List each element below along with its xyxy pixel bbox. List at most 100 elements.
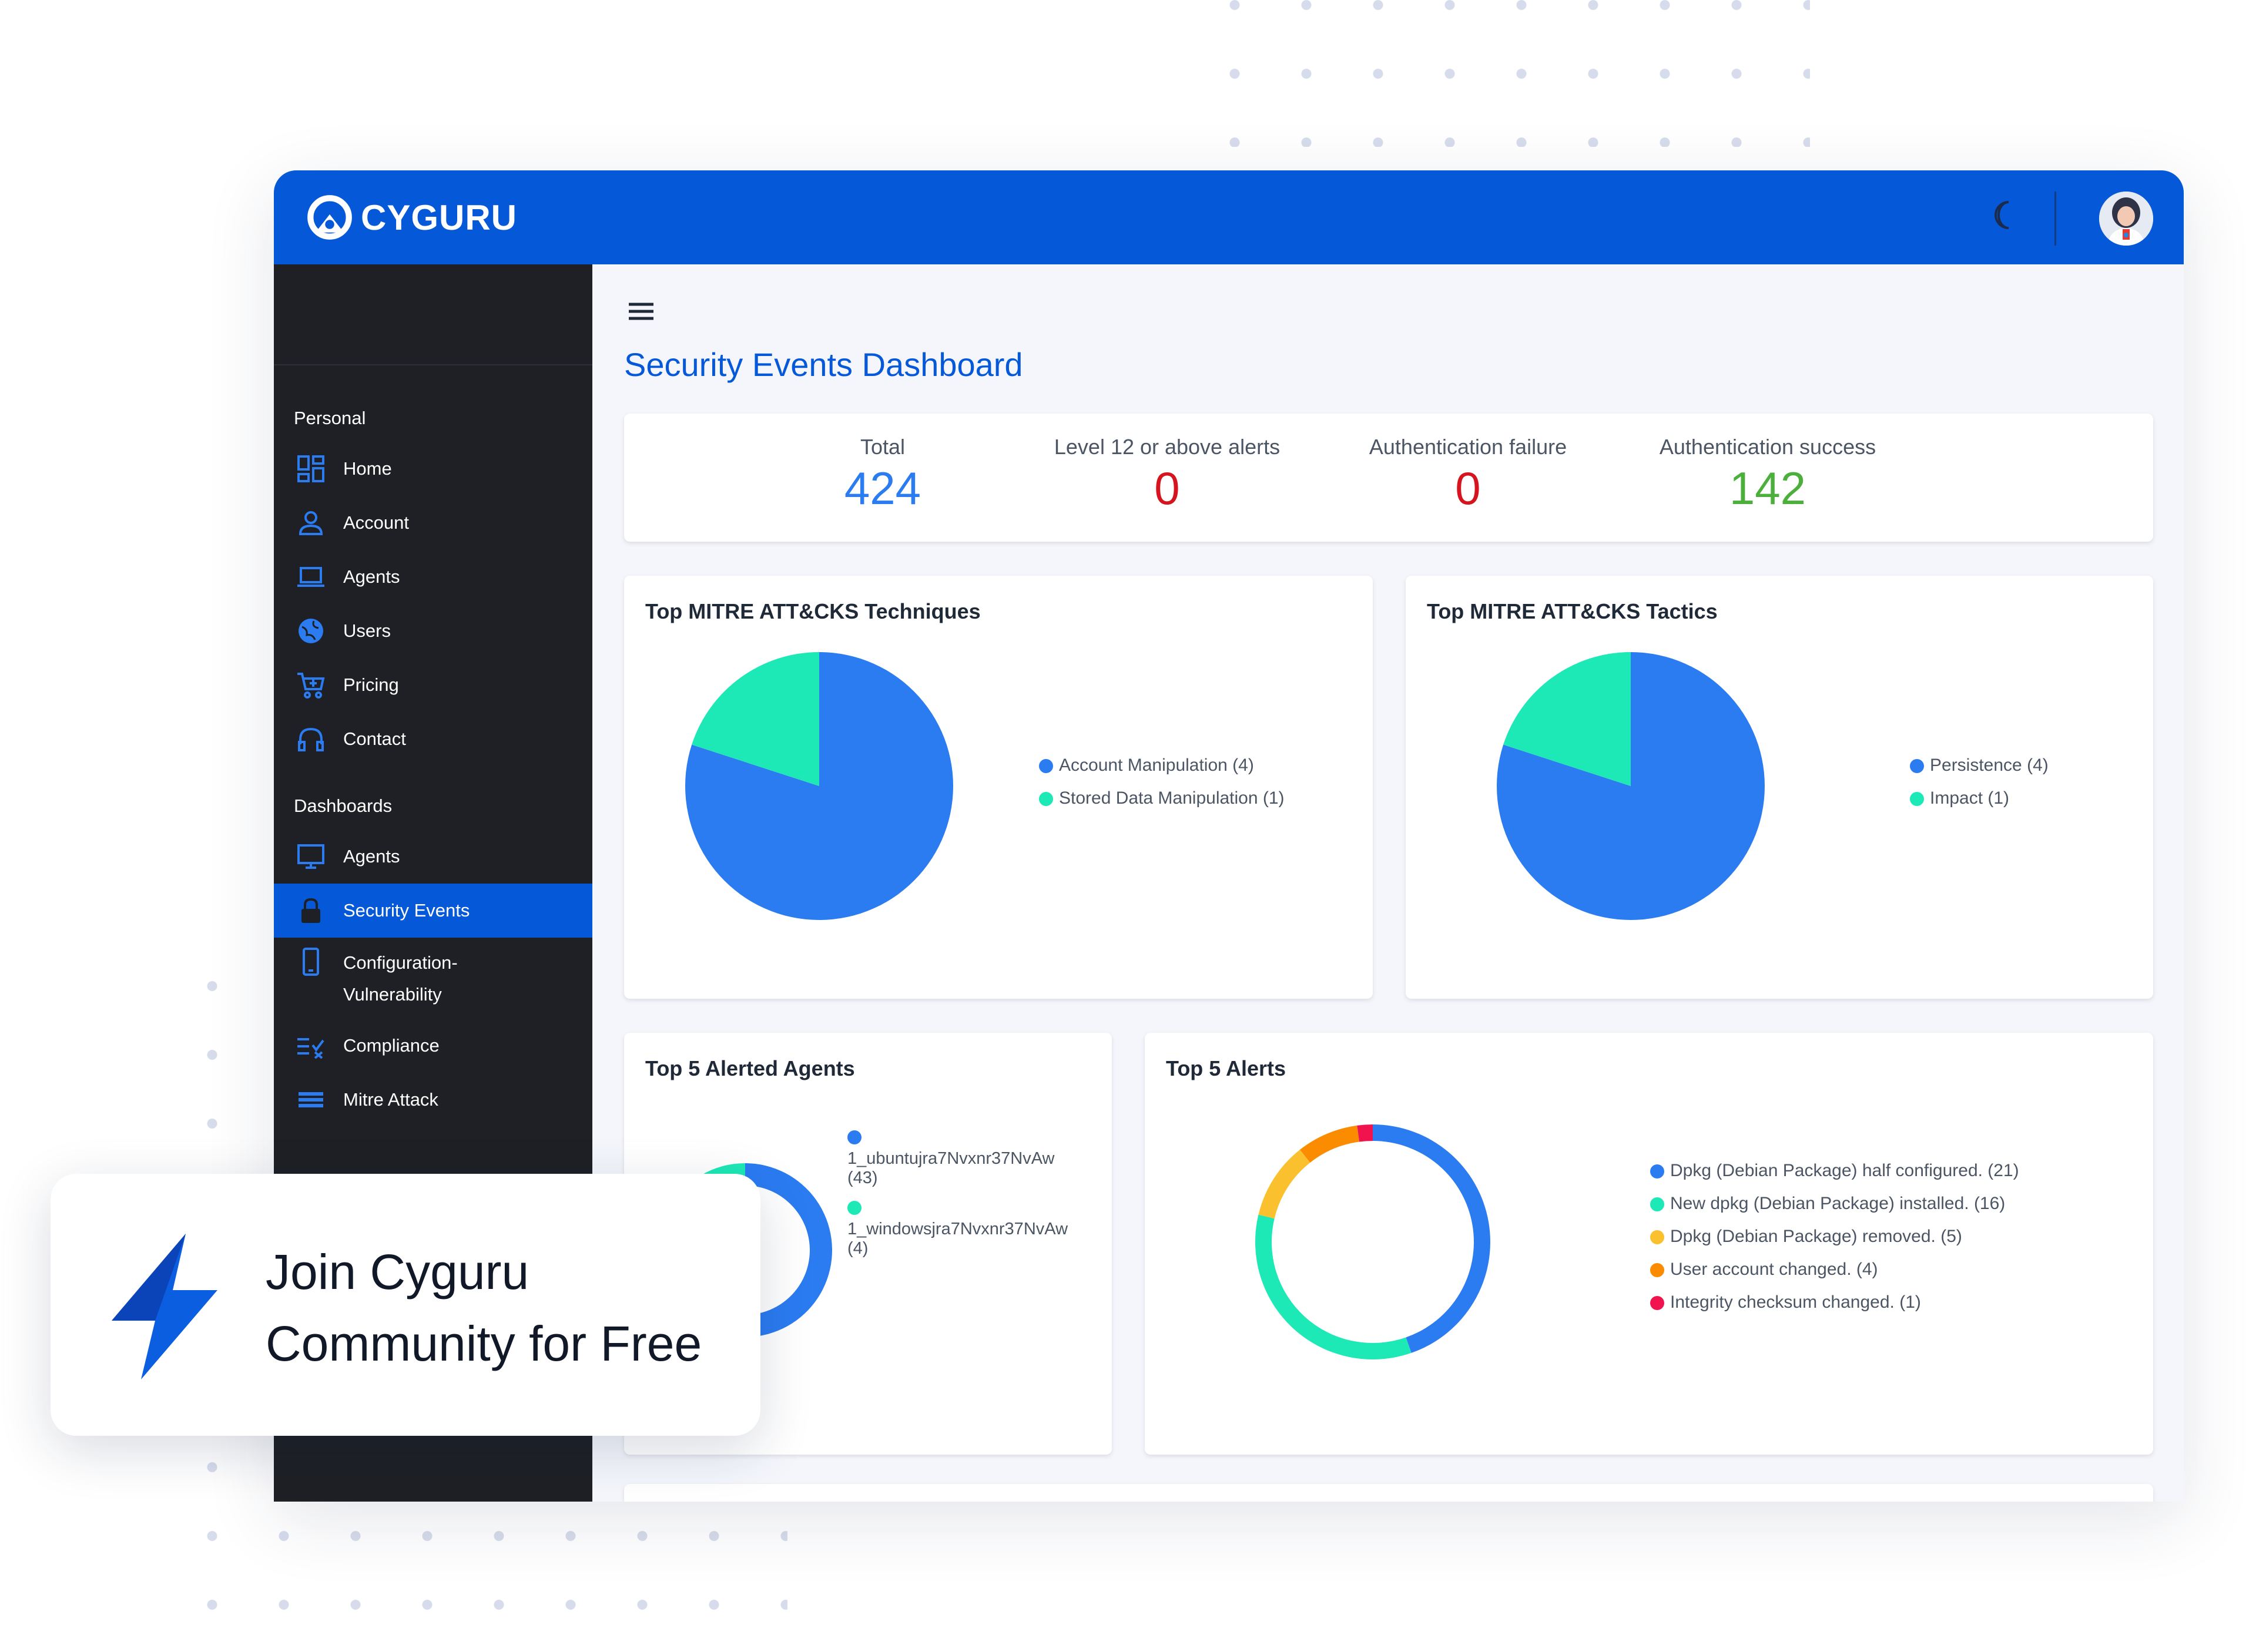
laptop-icon (297, 567, 324, 587)
sidebar-item-agents[interactable]: Agents (274, 550, 592, 604)
chart-legend: Account Manipulation (4) Stored Data Man… (1039, 756, 1285, 821)
checklist-icon (297, 1038, 324, 1059)
legend-swatch (1650, 1230, 1664, 1244)
legend-swatch (1039, 759, 1053, 773)
toolbar-divider (2054, 192, 2056, 246)
chart-legend: 1_ubuntujra7Nvxnr37NvAw (43) 1_windowsjr… (847, 1127, 1100, 1258)
stat-value: 0 (1455, 462, 1481, 514)
legend-swatch (847, 1130, 862, 1144)
chart-legend: Dpkg (Debian Package) half configured. (… (1650, 1161, 2019, 1325)
user-avatar-icon (2099, 192, 2153, 246)
legend-item[interactable]: Impact (1) (1910, 788, 2049, 808)
stat-auth-success: Authentication success 142 (1627, 435, 1909, 515)
legend-item[interactable]: Dpkg (Debian Package) half configured. (… (1650, 1161, 2019, 1181)
sidebar-item-contact[interactable]: Contact (274, 712, 592, 766)
sidebar-item-label: Contact (343, 728, 406, 749)
legend-swatch (1910, 792, 1924, 806)
sidebar-item-account[interactable]: Account (274, 496, 592, 550)
cyguru-logo-icon (307, 195, 352, 240)
stat-auth-failure: Authentication failure 0 (1339, 435, 1597, 515)
logo[interactable]: CYGURU (304, 194, 517, 241)
cart-icon (297, 673, 325, 699)
legend-item[interactable]: Account Manipulation (4) (1039, 756, 1285, 775)
lock-icon (301, 898, 320, 923)
sidebar-item-label: Mitre Attack (343, 1089, 438, 1110)
sidebar-item-users[interactable]: Users (274, 604, 592, 658)
sidebar-item-security-events[interactable]: Security Events (274, 884, 592, 938)
legend-label: 1_windowsjra7Nvxnr37NvAw (847, 1220, 1068, 1238)
user-icon (299, 511, 323, 535)
stat-total: Total 424 (836, 435, 930, 515)
stack-icon (299, 1092, 323, 1107)
stat-value: 142 (1729, 462, 1806, 514)
stat-label: Total (860, 435, 906, 459)
lightning-bolt-icon (112, 1234, 217, 1379)
stat-label: Authentication failure (1369, 435, 1567, 459)
legend-swatch (1650, 1197, 1664, 1211)
legend-label: Account Manipulation (4) (1059, 756, 1254, 775)
sidebar-item-label: Account (343, 512, 410, 533)
legend-item[interactable]: Stored Data Manipulation (1) (1039, 788, 1285, 808)
sidebar-item-pricing[interactable]: Pricing (274, 658, 592, 712)
stats-card: Total 424 Level 12 or above alerts 0 Aut… (624, 414, 2153, 542)
sidebar-item-label: Users (343, 620, 391, 641)
legend-swatch (1650, 1263, 1664, 1277)
legend-label: Dpkg (Debian Package) half configured. (… (1670, 1161, 2019, 1180)
join-line-1: Join Cyguru (266, 1244, 529, 1300)
sidebar-item-home[interactable]: Home (274, 442, 592, 496)
globe-icon (299, 619, 323, 643)
legend-item[interactable]: Dpkg (Debian Package) removed. (5) (1650, 1227, 2019, 1247)
legend-item[interactable]: 1_windowsjra7Nvxnr37NvAw (4) (847, 1201, 1100, 1258)
legend-label: Integrity checksum changed. (1) (1670, 1292, 1921, 1312)
pie-slice[interactable] (1357, 1124, 1373, 1142)
join-message: Join Cyguru Community for Free (266, 1236, 702, 1379)
brand-name: CYGURU (361, 197, 518, 237)
pie-slice[interactable] (1373, 1124, 1490, 1353)
legend-swatch (847, 1201, 862, 1215)
moon-icon[interactable] (1986, 197, 2022, 233)
dashboard-grid-icon (297, 455, 324, 482)
monitor-icon (297, 844, 324, 869)
legend-item[interactable]: Persistence (4) (1910, 756, 2049, 775)
legend-count: (43) (847, 1169, 878, 1187)
sidebar-item-compliance[interactable]: Compliance (274, 1019, 592, 1073)
page-title: Security Events Dashboard (624, 346, 1023, 383)
pie-slice[interactable] (1255, 1214, 1412, 1359)
top-bar: CYGURU (274, 170, 2184, 264)
chart-card-tactics: Top MITRE ATT&CKS Tactics Persistence (4… (1406, 576, 2153, 999)
sidebar-item-label: Compliance (343, 1035, 440, 1056)
pie-slice[interactable] (1300, 1125, 1360, 1163)
avatar[interactable] (2099, 192, 2153, 246)
sidebar-item-dashboard-agents[interactable]: Agents (274, 830, 592, 884)
sidebar-item-mitre-attack[interactable]: Mitre Attack (274, 1073, 592, 1127)
legend-swatch (1910, 759, 1924, 773)
legend-item[interactable]: Integrity checksum changed. (1) (1650, 1292, 2019, 1312)
stat-label: Authentication success (1659, 435, 1876, 459)
pie-slice[interactable] (1258, 1150, 1310, 1219)
legend-swatch (1650, 1164, 1664, 1178)
phone-icon (303, 948, 319, 976)
sidebar-item-configuration-vulnerability[interactable]: Configuration- Vulnerability (274, 938, 592, 1008)
sidebar-item-label: Home (343, 458, 392, 479)
headphones-icon (298, 727, 324, 751)
hamburger-icon[interactable] (628, 300, 655, 323)
sidebar-section-dashboards: Dashboards (294, 795, 393, 816)
sidebar-section-personal: Personal (294, 408, 366, 428)
sidebar-item-label: Configuration- Vulnerability (343, 952, 458, 1005)
legend-item[interactable]: New dpkg (Debian Package) installed. (16… (1650, 1194, 2019, 1214)
divider (274, 364, 592, 365)
stat-level12-alerts: Level 12 or above alerts 0 (1038, 435, 1296, 515)
legend-item[interactable]: 1_ubuntujra7Nvxnr37NvAw (43) (847, 1130, 1100, 1188)
chart-card-top-alerts: Top 5 Alerts Dpkg (Debian Package) half … (1145, 1033, 2153, 1455)
legend-item[interactable]: User account changed. (4) (1650, 1260, 2019, 1280)
chart-card-techniques: Top MITRE ATT&CKS Techniques Account Man… (624, 576, 1373, 999)
stat-value: 0 (1154, 462, 1180, 514)
legend-count: (4) (847, 1239, 869, 1258)
sidebar-item-label: Security Events (343, 900, 470, 921)
sidebar-item-label: Pricing (343, 674, 399, 695)
legend-label: 1_ubuntujra7Nvxnr37NvAw (847, 1149, 1055, 1168)
sidebar-item-label: Agents (343, 566, 400, 587)
legend-label: Persistence (4) (1930, 756, 2049, 775)
join-community-card[interactable]: Join Cyguru Community for Free (51, 1174, 760, 1436)
chart-legend: Persistence (4) Impact (1) (1910, 756, 2049, 821)
